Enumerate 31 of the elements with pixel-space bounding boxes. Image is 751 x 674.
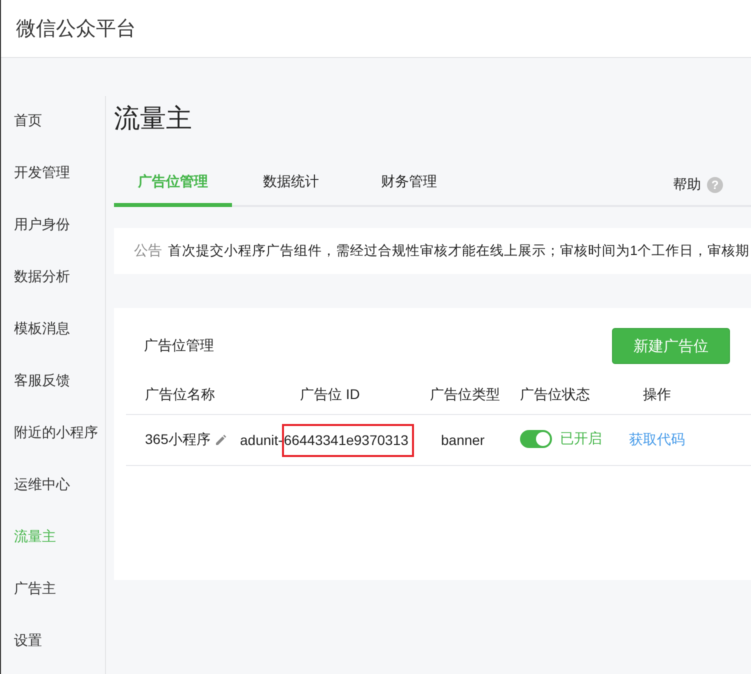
- column-header: 广告位名称: [126, 376, 240, 414]
- sidebar-item[interactable]: 开发管理: [1, 154, 105, 206]
- notice-text: 首次提交小程序广告组件，需经过合规性审核才能在线上展示；审核时间为1个工作日，审核期: [168, 242, 750, 260]
- id-prefix: adunit-: [240, 432, 283, 448]
- sidebar-item[interactable]: 广告主: [1, 570, 105, 622]
- table-cell: 365小程序: [145, 431, 210, 449]
- sidebar-item[interactable]: 模板消息: [1, 310, 105, 362]
- help-icon: ?: [707, 177, 723, 193]
- pencil-icon[interactable]: [215, 434, 228, 446]
- sidebar-item[interactable]: 客服反馈: [1, 362, 105, 414]
- sidebar-item[interactable]: 设置: [1, 622, 105, 674]
- sidebar-item[interactable]: 附近的小程序: [1, 414, 105, 466]
- table-cell: banner: [441, 432, 485, 448]
- status-toggle[interactable]: [520, 430, 552, 448]
- sidebar-item[interactable]: 数据分析: [1, 258, 105, 310]
- highlighted-id: 66443341e9370313: [282, 424, 414, 456]
- sidebar-item[interactable]: 用户身份: [1, 206, 105, 258]
- column-header: 广告位类型: [430, 376, 520, 414]
- notice-label: 公告: [134, 242, 162, 260]
- tab[interactable]: 财务管理: [350, 161, 468, 207]
- column-header: 广告位状态: [520, 376, 629, 414]
- column-header: 操作: [629, 376, 751, 414]
- status-text: 已开启: [560, 430, 602, 448]
- platform-title: 微信公众平台: [16, 17, 136, 42]
- sidebar-item[interactable]: 首页: [1, 102, 105, 154]
- tab[interactable]: 数据统计: [232, 161, 350, 207]
- card-title: 广告位管理: [144, 337, 214, 355]
- sidebar-item[interactable]: 运维中心: [1, 466, 105, 518]
- column-header: 广告位 ID: [240, 376, 430, 414]
- page-title: 流量主: [114, 102, 193, 135]
- help-link[interactable]: 帮助 ?: [673, 165, 751, 205]
